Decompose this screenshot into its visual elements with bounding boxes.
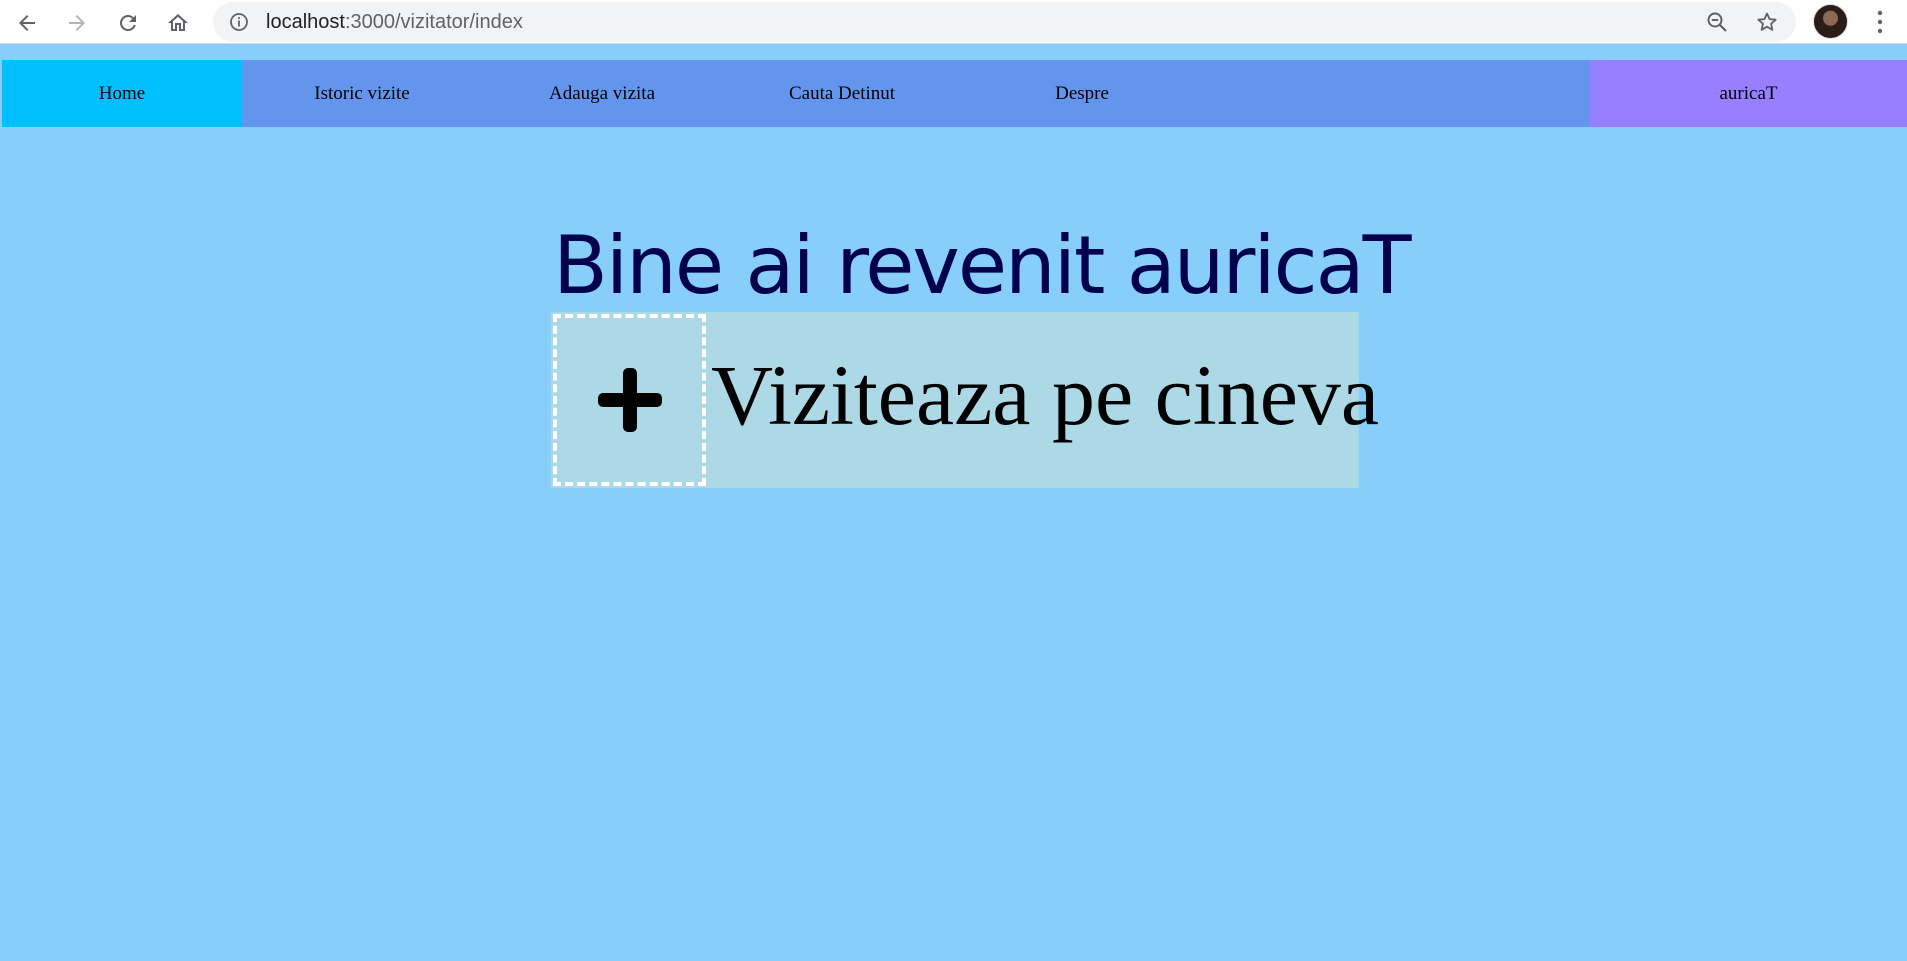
back-icon[interactable] xyxy=(11,7,43,39)
browser-menu-icon[interactable] xyxy=(1868,8,1892,36)
nav-home[interactable]: Home xyxy=(2,60,242,127)
forward-icon[interactable] xyxy=(61,7,93,39)
nav-istoric-vizite[interactable]: Istoric vizite xyxy=(242,60,482,127)
visit-someone-label: Viziteaza pe cineva xyxy=(711,347,1380,443)
reload-icon[interactable] xyxy=(112,7,144,39)
url-text: localhost:3000/vizitator/index xyxy=(266,2,523,42)
bookmark-star-icon[interactable] xyxy=(1755,10,1779,34)
nav-cauta-detinut[interactable]: Cauta Detinut xyxy=(722,60,962,127)
profile-avatar[interactable] xyxy=(1813,4,1848,39)
zoom-out-icon[interactable] xyxy=(1705,10,1729,34)
nav-adauga-vizita[interactable]: Adauga vizita xyxy=(482,60,722,127)
browser-toolbar: localhost:3000/vizitator/index xyxy=(0,0,1907,44)
visit-someone-button[interactable]: Viziteaza pe cineva xyxy=(551,312,1379,488)
plus-icon xyxy=(597,368,662,432)
home-icon[interactable] xyxy=(162,7,194,39)
site-info-icon[interactable] xyxy=(229,12,249,32)
url-host: localhost xyxy=(266,11,345,33)
nav-despre[interactable]: Despre xyxy=(962,60,1202,127)
address-bar[interactable]: localhost:3000/vizitator/index xyxy=(213,2,1796,42)
welcome-heading: Bine ai revenit auricaT xyxy=(553,219,1411,312)
page-top-gap xyxy=(0,44,1907,60)
main-navbar: Home Istoric vizite Adauga vizita Cauta … xyxy=(2,60,1907,127)
url-path: :3000/vizitator/index xyxy=(344,11,523,33)
plus-box[interactable] xyxy=(553,314,706,486)
nav-user-account[interactable]: auricaT xyxy=(1590,60,1907,127)
